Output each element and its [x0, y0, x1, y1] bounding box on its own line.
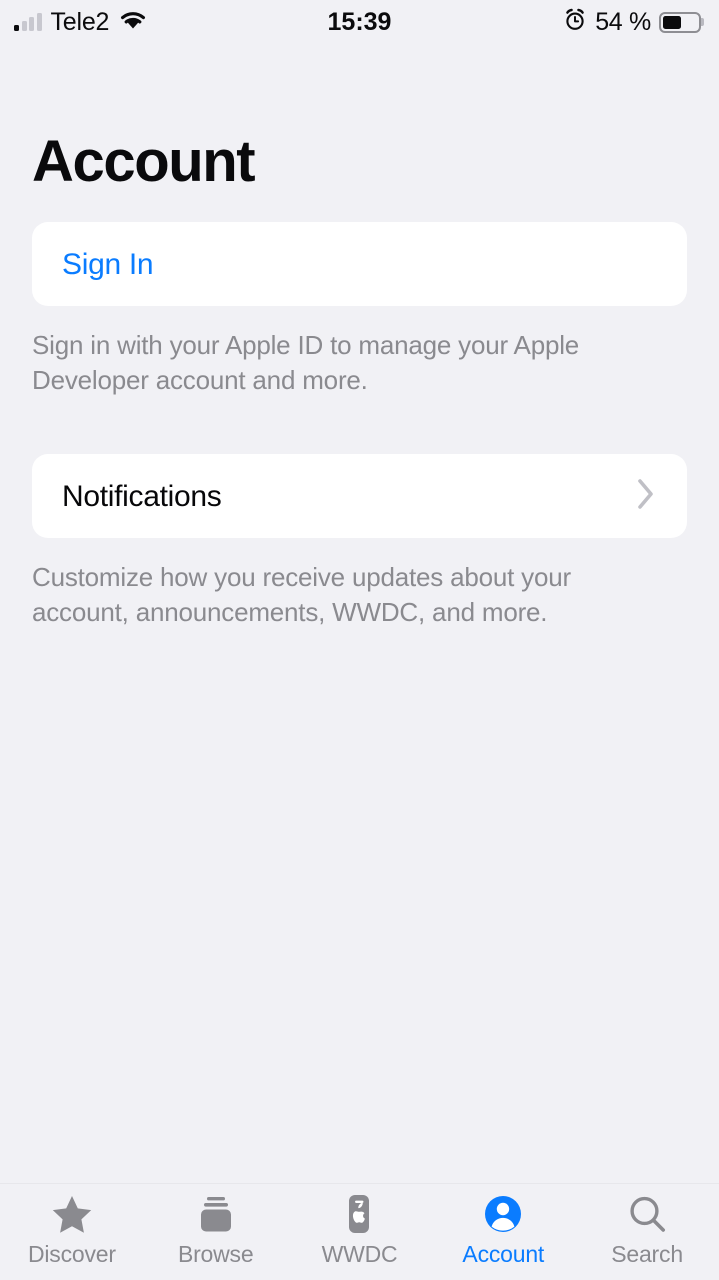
status-bar-right: 54 %: [563, 7, 704, 37]
battery-icon: [659, 11, 704, 33]
person-circle-icon: [481, 1192, 525, 1236]
tab-browse[interactable]: Browse: [144, 1184, 288, 1266]
device-apple-icon: [337, 1192, 381, 1236]
sign-in-row[interactable]: Sign In: [32, 222, 687, 306]
page-title: Account: [32, 129, 256, 194]
magnifier-icon: [625, 1192, 669, 1236]
sign-in-description: Sign in with your Apple ID to manage you…: [32, 330, 580, 395]
tab-search-label: Search: [611, 1241, 683, 1267]
signal-bars-icon: [14, 12, 42, 31]
tab-wwdc[interactable]: WWDC: [288, 1184, 432, 1266]
tab-browse-label: Browse: [177, 1241, 254, 1267]
status-bar-left: Tele2: [14, 9, 148, 36]
tab-bar: Discover Browse WWDC Account Search: [0, 1183, 719, 1280]
sign-in-label: Sign In: [62, 247, 154, 281]
star-icon: [50, 1192, 94, 1236]
status-bar-clock: 15:39: [327, 7, 392, 36]
account-content: Sign In Sign in with your Apple ID to ma…: [0, 222, 719, 630]
alarm-clock-icon: [563, 8, 587, 37]
tab-discover[interactable]: Discover: [0, 1184, 144, 1266]
status-bar: Tele2 15:39 54 %: [0, 0, 719, 44]
tab-search[interactable]: Search: [575, 1184, 719, 1266]
wifi-icon: [118, 9, 148, 36]
notifications-row[interactable]: Notifications: [32, 454, 687, 538]
carrier-name: Tele2: [50, 7, 110, 36]
cards-stack-icon: [194, 1192, 238, 1236]
tab-wwdc-label: WWDC: [321, 1241, 398, 1267]
notifications-label: Notifications: [62, 479, 222, 513]
tab-account-label: Account: [462, 1241, 545, 1267]
chevron-right-icon: [635, 476, 657, 517]
notifications-description: Customize how you receive updates about …: [32, 562, 571, 627]
battery-percent-label: 54 %: [595, 7, 651, 36]
tab-discover-label: Discover: [27, 1241, 116, 1267]
tab-account[interactable]: Account: [431, 1184, 575, 1266]
